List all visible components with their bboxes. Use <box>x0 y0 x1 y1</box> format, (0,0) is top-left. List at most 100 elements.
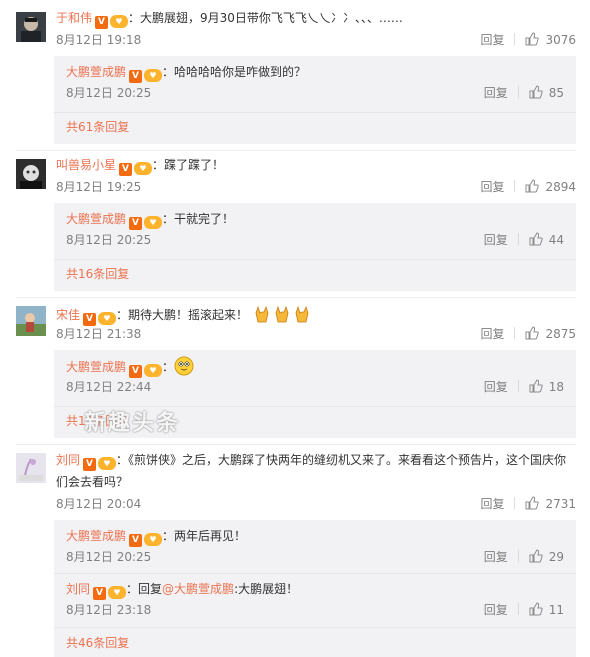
like-icon[interactable] <box>529 379 543 393</box>
reply-header: 大鹏萱成鹏 V ♥ ：干就完了！ <box>66 211 234 230</box>
reply-actions: 回复 18 <box>484 379 564 395</box>
like-count: 85 <box>548 86 564 100</box>
more-replies-link[interactable]: 共16条回复 <box>66 266 129 282</box>
reply-actions: 回复 11 <box>484 602 564 618</box>
reply-time: 8月12日 20:25 <box>66 233 152 247</box>
comment-header: 于和伟 V ♥ ：大鹏展翅，9月30日带你飞飞飞乀乀冫冫、、、…… <box>56 10 403 29</box>
divider <box>517 550 519 562</box>
colon: ： <box>116 308 129 322</box>
reply-box: 大鹏萱成鹏 V ♥ ：两年后再见！ 8月12日 20:25 回复 29 刘同 V ♥ ：回复@… <box>54 520 576 657</box>
divider <box>517 233 519 245</box>
reply-item: 大鹏萱成鹏 V ♥ ：两年后再见！ 8月12日 20:25 回复 29 <box>66 520 576 570</box>
like-count: 44 <box>548 233 564 247</box>
like-icon[interactable] <box>525 326 540 340</box>
username-link[interactable]: 大鹏萱成鹏 <box>66 212 126 226</box>
verified-icon: V <box>93 587 107 600</box>
level-icon: ♥ <box>144 364 163 377</box>
level-icon: ♥ <box>144 69 163 82</box>
divider <box>517 380 519 392</box>
more-replies-link[interactable]: 共61条回复 <box>66 119 129 135</box>
username-link[interactable]: 大鹏萱成鹏 <box>66 360 126 374</box>
comment-actions: 回复 3076 <box>480 32 576 48</box>
verified-icon: V <box>129 217 143 230</box>
verified-icon: V <box>129 534 143 547</box>
reply-actions: 回复 29 <box>484 549 564 565</box>
comment-header: 宋佳 V ♥ ：期待大鹏！摇滚起来！ <box>56 304 312 326</box>
divider <box>517 86 519 98</box>
reply-button[interactable]: 回复 <box>484 86 508 100</box>
like-icon[interactable] <box>525 32 540 46</box>
reply-item: 大鹏萱成鹏 V ♥： 8月12日 22:44 回复 18 <box>66 350 576 400</box>
comment-text: 大鹏展翅，9月30日带你飞飞飞乀乀冫冫、、、…… <box>140 11 403 25</box>
reply-header: 大鹏萱成鹏 V ♥ ：两年后再见！ <box>66 528 246 547</box>
like-icon[interactable] <box>529 232 543 246</box>
username-link[interactable]: 于和伟 <box>56 11 92 25</box>
colon: ： <box>126 582 139 596</box>
username-link[interactable]: 刘同 <box>56 453 80 467</box>
verified-icon: V <box>83 458 97 471</box>
comment-time: 8月12日 19:25 <box>56 180 142 194</box>
reply-button[interactable]: 回复 <box>484 603 508 617</box>
comment-actions: 回复 2731 <box>480 496 576 512</box>
colon: ： <box>116 453 129 467</box>
divider <box>514 327 516 339</box>
comment-text: 《煎饼侠》之后，大鹏踩了快两年的缝纫机又来了。来看看这个预告片，这个国庆你们会去… <box>56 453 567 489</box>
comment-text: 蹀了蹀了！ <box>164 158 225 172</box>
reply-time: 8月12日 20:25 <box>66 550 152 564</box>
divider <box>514 180 516 192</box>
reply-button[interactable]: 回复 <box>480 327 504 341</box>
like-count: 3076 <box>545 33 576 47</box>
reply-header: 大鹏萱成鹏 V ♥ ：哈哈哈哈你是咋做到的？ <box>66 64 306 83</box>
comment-header: 叫兽易小星 V ♥ ：蹀了蹀了！ <box>56 157 224 176</box>
like-icon[interactable] <box>525 496 540 510</box>
username-link[interactable]: 大鹏萱成鹏 <box>66 65 126 79</box>
username-link[interactable]: 大鹏萱成鹏 <box>66 529 126 543</box>
reply-actions: 回复 44 <box>484 232 564 248</box>
level-icon: ♥ <box>98 457 117 470</box>
divider <box>514 497 516 509</box>
divider <box>517 603 519 615</box>
avatar[interactable] <box>16 453 46 483</box>
avatar[interactable] <box>16 306 46 336</box>
level-icon: ♥ <box>144 533 163 546</box>
divider <box>54 259 576 260</box>
level-icon: ♥ <box>110 15 129 28</box>
level-icon: ♥ <box>144 216 163 229</box>
username-link[interactable]: 宋佳 <box>56 308 80 322</box>
like-icon[interactable] <box>529 85 543 99</box>
colon: ： <box>162 529 175 543</box>
divider <box>54 112 576 113</box>
more-replies-link[interactable]: 共46条回复 <box>66 635 129 651</box>
reply-actions: 回复 85 <box>484 85 564 101</box>
reply-button[interactable]: 回复 <box>484 550 508 564</box>
verified-icon: V <box>119 163 133 176</box>
level-icon: ♥ <box>98 312 117 325</box>
reply-button[interactable]: 回复 <box>480 497 504 511</box>
like-icon[interactable] <box>529 602 543 616</box>
like-count: 11 <box>548 603 564 617</box>
level-icon: ♥ <box>108 586 127 599</box>
rock-hand-emoji-icon <box>255 305 269 323</box>
avatar[interactable] <box>16 159 46 189</box>
divider <box>514 33 516 45</box>
reply-box: 大鹏萱成鹏 V ♥ ：干就完了！ 8月12日 20:25 回复 44 共16条回复 <box>54 203 576 291</box>
reply-button[interactable]: 回复 <box>480 180 504 194</box>
divider <box>16 150 576 151</box>
reply-time: 8月12日 20:25 <box>66 86 152 100</box>
like-count: 18 <box>548 380 564 394</box>
reply-button[interactable]: 回复 <box>484 380 508 394</box>
like-icon[interactable] <box>525 179 540 193</box>
username-link[interactable]: 叫兽易小星 <box>56 158 116 172</box>
divider <box>16 444 576 445</box>
verified-icon: V <box>129 70 143 83</box>
reply-button[interactable]: 回复 <box>484 233 508 247</box>
username-link[interactable]: 刘同 <box>66 582 90 596</box>
reply-button[interactable]: 回复 <box>480 33 504 47</box>
like-icon[interactable] <box>529 549 543 563</box>
mention-link[interactable]: @大鹏萱成鹏 <box>162 582 234 596</box>
avatar[interactable] <box>16 12 46 42</box>
comment-time: 8月12日 21:38 <box>56 327 142 341</box>
colon: ： <box>162 212 175 226</box>
rock-hand-emoji-icon <box>275 305 289 323</box>
reply-prefix: 回复 <box>138 582 163 596</box>
